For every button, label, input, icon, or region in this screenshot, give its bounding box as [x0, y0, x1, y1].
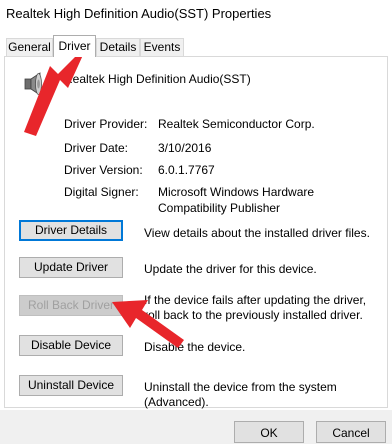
disable-device-desc: Disable the device. — [144, 340, 246, 354]
driver-details-button[interactable]: Driver Details — [19, 220, 123, 241]
device-name: Realtek High Definition Audio(SST) — [64, 72, 251, 86]
driver-date-value: 3/10/2016 — [158, 141, 212, 155]
window-title: Realtek High Definition Audio(SST) Prope… — [6, 6, 272, 21]
digital-signer-value: Microsoft Windows Hardware Compatibility… — [158, 185, 315, 215]
speaker-icon — [22, 71, 46, 96]
ok-button[interactable]: OK — [234, 421, 304, 443]
driver-provider-value: Realtek Semiconductor Corp. — [158, 117, 315, 131]
uninstall-device-desc: Uninstall the device from the system (Ad… — [144, 380, 337, 409]
driver-details-desc: View details about the installed driver … — [144, 226, 370, 240]
driver-provider-label: Driver Provider: — [64, 117, 148, 131]
roll-back-driver-button[interactable]: Roll Back Driver — [19, 295, 123, 316]
digital-signer-label: Digital Signer: — [64, 185, 139, 199]
tab-driver[interactable]: Driver — [53, 35, 96, 57]
roll-back-driver-desc: If the device fails after updating the d… — [144, 293, 367, 322]
tab-details[interactable]: Details — [96, 38, 140, 56]
uninstall-device-button[interactable]: Uninstall Device — [19, 375, 123, 396]
tab-general[interactable]: General — [6, 38, 53, 56]
update-driver-button[interactable]: Update Driver — [19, 257, 123, 278]
driver-version-label: Driver Version: — [64, 163, 143, 177]
driver-version-value: 6.0.1.7767 — [158, 163, 215, 177]
disable-device-button[interactable]: Disable Device — [19, 335, 123, 356]
tab-strip: General Driver Details Events — [0, 35, 392, 57]
update-driver-desc: Update the driver for this device. — [144, 262, 317, 276]
title-bar: Realtek High Definition Audio(SST) Prope… — [0, 0, 392, 28]
tab-events[interactable]: Events — [140, 38, 184, 56]
cancel-button[interactable]: Cancel — [316, 421, 386, 443]
driver-date-label: Driver Date: — [64, 141, 129, 155]
